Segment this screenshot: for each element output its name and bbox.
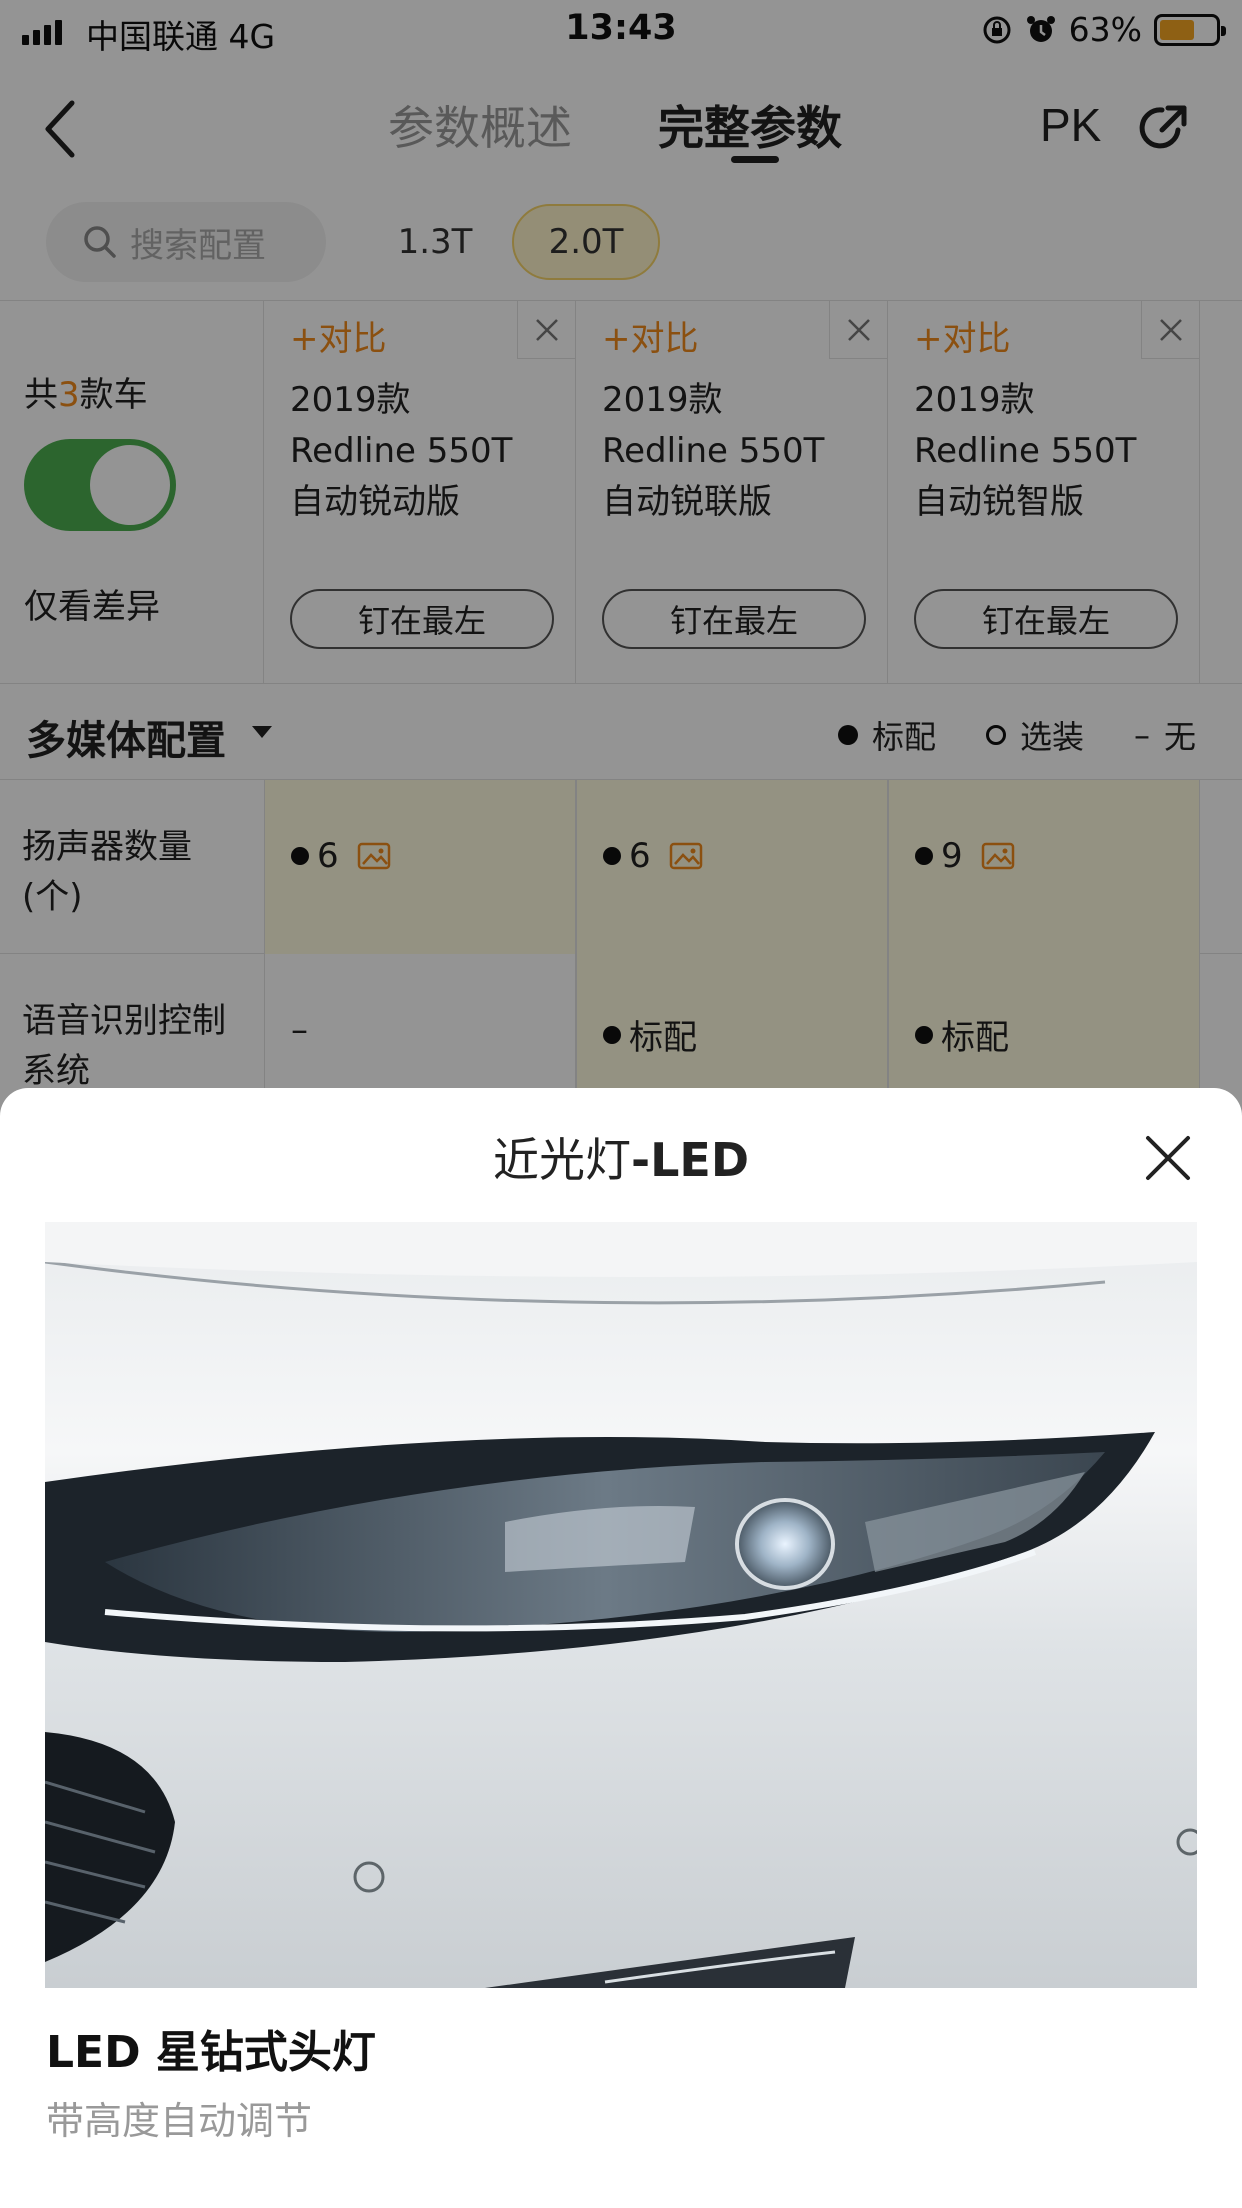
- feature-description: 带高度自动调节: [46, 2099, 313, 2143]
- sheet-title: 近光灯-LED: [492, 1133, 749, 1187]
- feature-name: LED 星钻式头灯: [46, 2027, 376, 2078]
- headlight-photo: [45, 1222, 1197, 1988]
- close-icon[interactable]: [1140, 1130, 1196, 1186]
- feature-detail-sheet: 近光灯-LED LED 星钻式头灯 带高度自动调节: [0, 1088, 1242, 2208]
